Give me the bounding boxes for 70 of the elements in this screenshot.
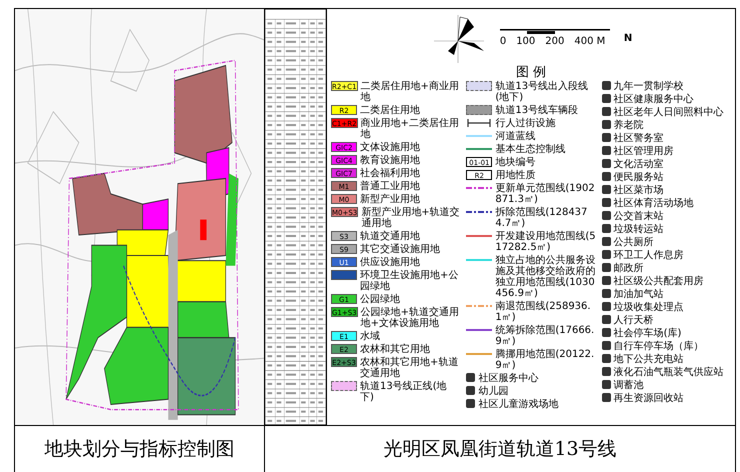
legend-label: 水域 bbox=[360, 331, 380, 342]
legend-label: 社会福利用地 bbox=[360, 168, 420, 179]
facility-label: 垃圾收集处理点 bbox=[614, 302, 684, 313]
scale-label: 400 M bbox=[574, 36, 606, 47]
legend-label: 轨道13号线车辆段 bbox=[495, 105, 578, 116]
facility-label: 公交首末站 bbox=[614, 211, 664, 222]
facility-label: 加油加气站 bbox=[614, 289, 664, 300]
drawing-title: 地块划分与指标控制图 bbox=[44, 437, 234, 462]
facility-label: 人行天桥 bbox=[614, 315, 654, 326]
legend-label: 独立占地的公共服务设施及其他移交给政府的独立用地范围线(1030456.9㎡) bbox=[495, 255, 596, 299]
facility-label: 再生资源回收站 bbox=[614, 393, 684, 404]
legend-label: 教育设施用地 bbox=[360, 155, 420, 166]
legend-label: 轨道交通用地 bbox=[360, 231, 420, 242]
facility-label: 自行车停车场（库） bbox=[614, 341, 704, 352]
legend-label: 轨道13号线正线(地下) bbox=[360, 381, 448, 403]
facility-label: 调蓄池 bbox=[614, 380, 644, 391]
facility-label: 垃圾转运站 bbox=[614, 224, 664, 235]
legend-label: 行人过街设施 bbox=[495, 118, 556, 129]
legend-label: 基本生态控制线 bbox=[495, 144, 566, 155]
legend-label: 农林和其它用地+轨道交通用地 bbox=[360, 357, 460, 379]
legend-label: 公园绿地+轨道交通用地+文体设施用地 bbox=[360, 307, 460, 329]
facility-label: 幼儿园 bbox=[478, 386, 508, 397]
facility-label: 文化活动室 bbox=[614, 159, 664, 170]
legend-label: 地块编号 bbox=[495, 157, 536, 168]
facility-label: 社区儿童游戏场地 bbox=[478, 399, 558, 410]
legend-label: 更新单元范围线(1902871.3㎡) bbox=[495, 183, 596, 205]
facility-label: 社区体育活动场地 bbox=[614, 198, 694, 209]
facility-label: 社区老年人日间照料中心 bbox=[614, 107, 724, 118]
legend-label: 二类居住用地+商业用地 bbox=[360, 81, 460, 103]
legend-label: 用地性质 bbox=[495, 170, 536, 181]
legend-label: 公园绿地 bbox=[360, 294, 400, 305]
facility-label: 环卫工人作息房 bbox=[614, 250, 684, 261]
legend-label: 商业用地+二类居住用地 bbox=[360, 118, 460, 140]
facility-label: 社会停车场(库) bbox=[614, 328, 682, 339]
facility-label: 便民服务站 bbox=[614, 172, 664, 183]
scale-label: 200 bbox=[545, 36, 564, 47]
facility-label: 社区服务中心 bbox=[478, 373, 538, 384]
facility-label: 社区管理用房 bbox=[614, 146, 674, 157]
scale-label: 0 bbox=[500, 36, 506, 47]
facility-label: 液化石油气瓶装气供应站 bbox=[614, 367, 724, 378]
legend-label: 新型产业用地 bbox=[360, 194, 420, 205]
scale-label: 100 bbox=[516, 36, 536, 47]
facility-label: 地下公共充电站 bbox=[614, 354, 684, 365]
facility-label: 养老院 bbox=[614, 120, 644, 131]
legend-label: 开发建设用地范围线(517282.5㎡) bbox=[495, 231, 596, 253]
legend-label: 普通工业用地 bbox=[360, 181, 420, 192]
legend-label: 二类居住用地 bbox=[360, 105, 420, 116]
legend-label: 新型产业用地+轨道交通用地 bbox=[361, 207, 460, 229]
facility-label: 社区级公共配套用房 bbox=[614, 276, 704, 287]
legend-title: 图 例 bbox=[514, 67, 548, 78]
facility-label: 社区健康服务中心 bbox=[614, 94, 694, 105]
legend-label: 腾挪用地范围(20122.9㎡) bbox=[495, 349, 596, 371]
legend-label: 文体设施用地 bbox=[360, 142, 420, 153]
legend-label: 河道蓝线 bbox=[495, 131, 536, 142]
legend-label: 统筹拆除范围(17666.9㎡) bbox=[495, 325, 596, 347]
legend-label: 环境卫生设施用地+公园绿地 bbox=[360, 270, 460, 292]
legend-label: 其它交通设施用地 bbox=[360, 244, 440, 255]
legend-label: 拆除范围线(1284374.7㎡) bbox=[495, 207, 588, 229]
legend-label: 农林和其它用地 bbox=[360, 344, 430, 355]
facility-label: 社区警务室 bbox=[614, 133, 664, 144]
scale-bar-icon bbox=[500, 29, 610, 34]
facility-label: 九年一贯制学校 bbox=[614, 81, 684, 92]
legend-label: 轨道13号线出入段线(地下) bbox=[495, 81, 590, 103]
north-label: N bbox=[624, 32, 632, 44]
facility-label: 邮政所 bbox=[614, 263, 644, 274]
legend-label: 供应设施用地 bbox=[360, 257, 420, 268]
project-title: 光明区凤凰街道轨道13号线 bbox=[383, 437, 617, 462]
legend-label: 南退范围线(258936.1㎡) bbox=[495, 301, 592, 323]
facility-label: 公共厕所 bbox=[614, 237, 654, 248]
facility-label: 社区菜市场 bbox=[614, 185, 664, 196]
